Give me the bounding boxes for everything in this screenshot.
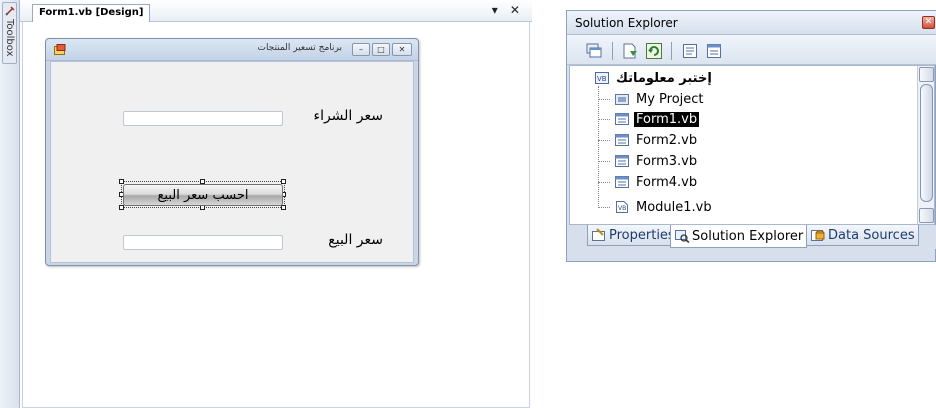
tree-item-label: Form4.vb [636,174,698,190]
panel-tabstrip: Properties Solution Explorer Data Source… [567,225,936,249]
tree-connector [598,207,610,208]
solution-explorer-panel: Solution Explorer ✕ VB إختبر معلوماتك My… [566,10,936,262]
toolbar-separator [612,42,613,60]
tree-item-label: Module1.vb [636,199,712,215]
tree-item-form3[interactable]: Form3.vb [614,151,699,171]
my-project-icon [615,94,629,105]
document-tabbar: Form1.vb [Design] ▾ ✕ [20,0,532,22]
scroll-thumb[interactable] [920,84,933,202]
tab-solution-explorer[interactable]: Solution Explorer [670,225,808,248]
tab-form1-design[interactable]: Form1.vb [Design] [32,4,151,22]
tree-connector [598,161,610,162]
resize-handle-bl[interactable] [119,205,124,210]
resize-handle-tl[interactable] [119,179,124,184]
svg-text:VB: VB [618,205,626,212]
tree-item-root[interactable]: VB إختبر معلوماتك [594,68,714,88]
resize-handle-tr[interactable] [281,179,286,184]
form-icon [615,134,629,146]
calculate-sale-price-button[interactable]: احسب سعر البيع [123,184,283,206]
maximize-button[interactable]: □ [372,43,390,56]
toolbox-tab[interactable]: Toolbox [2,2,17,64]
tree-item-form2[interactable]: Form2.vb [614,130,699,150]
close-icon[interactable]: ✕ [922,16,935,29]
tree-item-label: Form2.vb [636,132,698,148]
toolbox-label: Toolbox [4,19,15,57]
form-titlebar: برنامج تسعير المنتجات – □ ✕ [46,39,418,61]
properties-icon [592,228,605,241]
toolbox-strip: Toolbox [0,0,20,408]
solution-explorer-title: Solution Explorer [575,16,678,30]
purchase-price-label: سعر الشراء [313,108,383,124]
tree-connector [598,140,610,141]
design-surface[interactable]: برنامج تسعير المنتجات – □ ✕ سعر الشراء ا… [22,22,530,408]
resize-handle-br[interactable] [281,205,286,210]
form-icon [615,113,629,125]
tab-window-controls[interactable]: ▾ ✕ [492,3,524,17]
properties-icon[interactable] [621,42,639,60]
purchase-price-input[interactable] [123,111,283,126]
tree-connector [598,86,599,208]
tab-label: Solution Explorer [692,228,804,244]
solution-explorer-icon [675,230,690,243]
tab-label: Data Sources [828,227,915,243]
tree-item-label: Form1.vb [634,111,700,127]
solution-explorer-titlebar: Solution Explorer ✕ [567,11,936,35]
close-button[interactable]: ✕ [392,43,412,56]
solution-tree[interactable]: VB إختبر معلوماتك My Project Form1.vb Fo… [569,65,935,225]
svg-text:VB: VB [597,75,607,83]
tab-label: Properties [609,227,675,243]
vb-project-icon: VB [595,72,609,84]
view-code-icon[interactable] [681,42,699,60]
form-icon [615,155,629,167]
form-client-area: سعر الشراء احسب سعر البيع سعر البيع [50,61,414,263]
scroll-up-button[interactable] [919,67,934,82]
form-app-icon [54,44,66,55]
tree-connector [598,119,610,120]
tree-item-form1[interactable]: Form1.vb [614,109,700,129]
show-all-files-icon[interactable] [585,42,603,60]
tree-item-label: إختبر معلوماتك [616,70,712,86]
tree-item-form4[interactable]: Form4.vb [614,172,699,192]
module-icon: VB [616,201,628,213]
designer-document: Form1.vb [Design] ▾ ✕ برنامج تسعير المنت… [20,0,532,408]
tree-item-my-project[interactable]: My Project [614,89,706,109]
sale-price-label: سعر البيع [328,232,383,248]
data-sources-icon [811,230,825,241]
tree-item-module1[interactable]: VB Module1.vb [614,197,714,217]
tree-item-label: Form3.vb [636,153,698,169]
toolbox-icon [5,6,15,16]
form-icon [615,176,629,188]
solution-explorer-toolbar [567,35,936,65]
tree-item-label: My Project [636,91,704,107]
tree-connector [598,182,610,183]
tab-data-sources[interactable]: Data Sources [806,225,919,246]
minimize-button[interactable]: – [352,43,370,56]
scroll-down-button[interactable] [919,208,934,223]
toolbar-separator [671,42,672,60]
sale-price-input[interactable] [123,235,283,250]
tab-properties[interactable]: Properties [587,225,679,246]
form-title: برنامج تسعير المنتجات [257,43,342,53]
vertical-scrollbar[interactable] [917,66,934,224]
view-designer-icon[interactable] [705,42,723,60]
tree-connector [598,99,610,100]
form-window[interactable]: برنامج تسعير المنتجات – □ ✕ سعر الشراء ا… [45,38,419,266]
refresh-icon[interactable] [645,42,663,60]
